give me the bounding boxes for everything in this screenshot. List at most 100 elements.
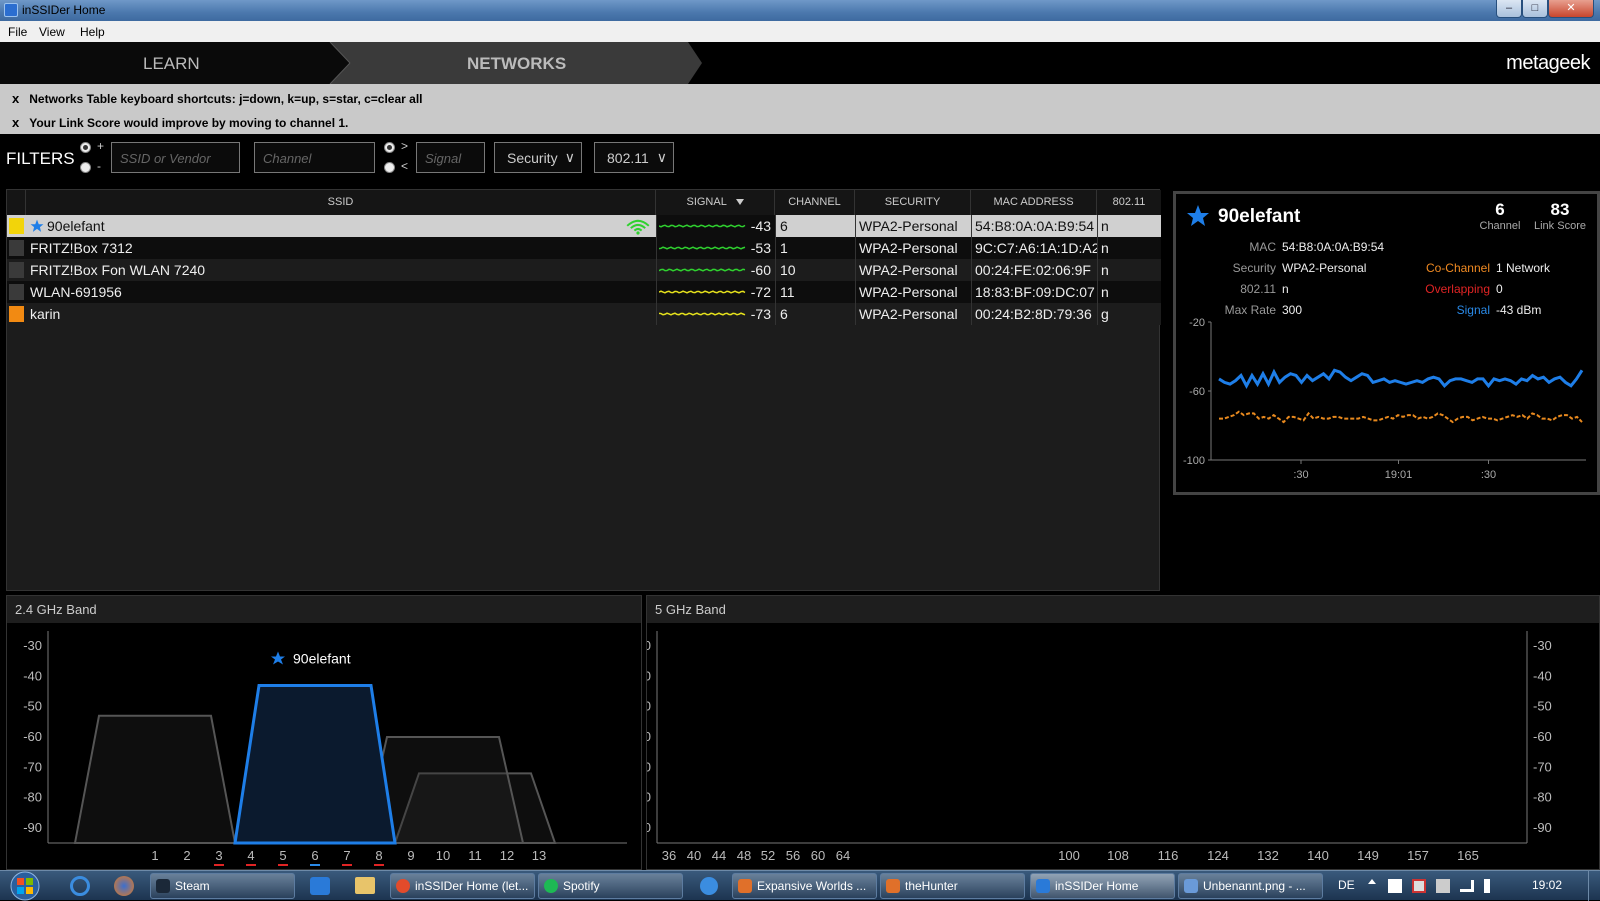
- color-swatch: [9, 218, 24, 234]
- maximize-button[interactable]: □: [1522, 0, 1548, 18]
- menu-view[interactable]: View: [39, 25, 65, 39]
- x-tick-label: :30: [1481, 469, 1496, 481]
- include-radio[interactable]: [80, 142, 91, 153]
- tab-learn[interactable]: LEARN: [143, 54, 200, 74]
- taskbar-item-inssider-browser[interactable]: inSSIDer Home (let...: [390, 873, 535, 899]
- chevron-down-icon: ∨: [656, 149, 667, 165]
- y-tick-label-right: -60: [1533, 729, 1552, 744]
- x-tick-label: 10: [436, 848, 450, 863]
- firefox-icon[interactable]: [114, 876, 134, 896]
- window-titlebar[interactable]: inSSIDer Home – □ ✕: [0, 0, 1600, 21]
- app-pinned-icon[interactable]: [310, 877, 330, 895]
- menu-file[interactable]: File: [8, 25, 27, 39]
- row-color-marker[interactable]: [7, 215, 26, 237]
- x-tick-label: 40: [687, 848, 701, 863]
- windows-tray-icon[interactable]: [1388, 879, 1402, 893]
- table-row[interactable]: FRITZ!Box Fon WLAN 7240 -60 10 WPA2-Persona…: [7, 259, 1161, 281]
- show-hidden-icons-icon[interactable]: [1368, 879, 1376, 884]
- column-header-channel[interactable]: CHANNEL: [775, 190, 855, 215]
- network-icon[interactable]: [1460, 880, 1474, 892]
- cochannel-series-line: [1219, 410, 1583, 424]
- color-swatch: [9, 262, 24, 278]
- metageek-logo[interactable]: metageek: [1506, 52, 1590, 75]
- taskbar-item-inssider-active[interactable]: inSSIDer Home: [1030, 873, 1175, 899]
- column-header-ssid[interactable]: SSID: [26, 190, 656, 215]
- signal-greater-radio[interactable]: [384, 142, 395, 153]
- security-dropdown[interactable]: Security ∨: [494, 142, 582, 173]
- x-tick-label: 3: [215, 848, 222, 863]
- signal-value: -60: [750, 262, 771, 278]
- tab-networks[interactable]: NETWORKS: [467, 54, 566, 74]
- cell-security: WPA2-Personal: [855, 303, 971, 325]
- table-row[interactable]: karin -73 6 WPA2-Personal 00:24:B2:8D:79:36 g: [7, 303, 1161, 325]
- row-color-marker[interactable]: [7, 259, 26, 281]
- column-header-security[interactable]: SECURITY: [855, 190, 971, 215]
- signal-value: -53: [750, 240, 771, 256]
- band-24ghz-panel: 2.4 GHz Band -30 -40 -50 -60 -70 -80 -90 1 2 3 4 5 6…: [6, 595, 642, 870]
- cell-signal: -72: [656, 281, 775, 303]
- x-tick-label: 140: [1307, 848, 1329, 863]
- x-tick-label: 124: [1207, 848, 1229, 863]
- row-color-marker[interactable]: [7, 281, 26, 303]
- network-channel-shape[interactable]: [73, 714, 237, 844]
- y-tick-label: -60: [23, 729, 42, 744]
- table-row[interactable]: FRITZ!Box 7312 -53 1 WPA2-Personal 9C:C7:A6:…: [7, 237, 1161, 259]
- star-icon[interactable]: [30, 219, 44, 233]
- ie-icon[interactable]: [70, 876, 90, 896]
- taskbar-item-expansive-worlds[interactable]: Expansive Worlds ...: [732, 873, 877, 899]
- star-icon[interactable]: [1186, 204, 1210, 228]
- ssid-vendor-filter[interactable]: SSID or Vendor: [111, 142, 240, 173]
- close-window-button[interactable]: ✕: [1548, 0, 1594, 18]
- cell-mac: 9C:C7:A6:1A:1D:A2: [971, 237, 1097, 259]
- cell-security: WPA2-Personal: [855, 281, 971, 303]
- row-color-marker[interactable]: [7, 237, 26, 259]
- x-tick-label: 4: [247, 848, 254, 863]
- notice-close-button[interactable]: x: [12, 91, 19, 106]
- cell-mac: 00:24:FE:02:06:9F: [971, 259, 1097, 281]
- usb-icon[interactable]: [1436, 879, 1450, 893]
- column-header-mac[interactable]: MAC ADDRESS: [971, 190, 1097, 215]
- band-5ghz-title: 5 GHz Band: [647, 596, 1599, 623]
- column-header-standard[interactable]: 802.11: [1097, 190, 1161, 215]
- show-desktop-button[interactable]: [1588, 871, 1600, 901]
- taskbar-item-thehunter[interactable]: theHunter: [880, 873, 1025, 899]
- inssider-icon: [1036, 879, 1050, 893]
- app-pinned-icon[interactable]: [700, 877, 718, 895]
- minimize-button[interactable]: –: [1496, 0, 1522, 18]
- exclude-radio[interactable]: [80, 162, 91, 173]
- detail-channel-value: 6: [1495, 200, 1505, 219]
- clock[interactable]: 19:02: [1532, 878, 1562, 892]
- cell-security: WPA2-Personal: [855, 237, 971, 259]
- y-tick-label: -30: [23, 638, 42, 653]
- network-channel-shape[interactable]: [233, 684, 397, 845]
- table-row[interactable]: WLAN-691956 -72 11 WPA2-Personal 18:83:BF:09…: [7, 281, 1161, 303]
- taskbar-item-label: inSSIDer Home (let...: [415, 879, 529, 893]
- table-header: SSID SIGNAL CHANNEL SECURITY MAC ADDRESS…: [7, 190, 1161, 215]
- volume-icon[interactable]: [1484, 879, 1498, 893]
- taskbar-item-paint[interactable]: Unbenannt.png - ...: [1178, 873, 1323, 899]
- row-color-marker[interactable]: [7, 303, 26, 325]
- taskbar-item-spotify[interactable]: Spotify: [538, 873, 683, 899]
- signal-filter[interactable]: Signal: [416, 142, 485, 173]
- column-header-signal[interactable]: SIGNAL: [656, 190, 775, 215]
- detail-link-score-label: Link Score: [1534, 220, 1586, 232]
- y-tick-label: -70: [23, 759, 42, 774]
- folder-icon[interactable]: [355, 877, 375, 894]
- x-tick-label: 8: [375, 848, 382, 863]
- standard-dropdown[interactable]: 802.11 ∨: [594, 142, 674, 173]
- sort-desc-icon: [735, 199, 744, 206]
- x-tick-label: 44: [712, 848, 726, 863]
- signal-less-radio[interactable]: [384, 162, 395, 173]
- channel-filter[interactable]: Channel: [254, 142, 375, 173]
- y-tick-label: -60: [647, 729, 651, 744]
- start-button[interactable]: [6, 871, 44, 901]
- taskbar-item-steam[interactable]: Steam: [150, 873, 295, 899]
- x-tick-label: 52: [761, 848, 775, 863]
- action-center-icon[interactable]: [1412, 879, 1426, 893]
- menu-help[interactable]: Help: [80, 25, 105, 39]
- language-indicator[interactable]: DE: [1338, 878, 1355, 892]
- table-row[interactable]: 90elefant -43 6 WPA2-Personal 54:B8:0A:0A:B9…: [7, 215, 1161, 237]
- notice-close-button[interactable]: x: [12, 115, 19, 130]
- cell-signal: -53: [656, 237, 775, 259]
- column-header-color: [7, 190, 26, 215]
